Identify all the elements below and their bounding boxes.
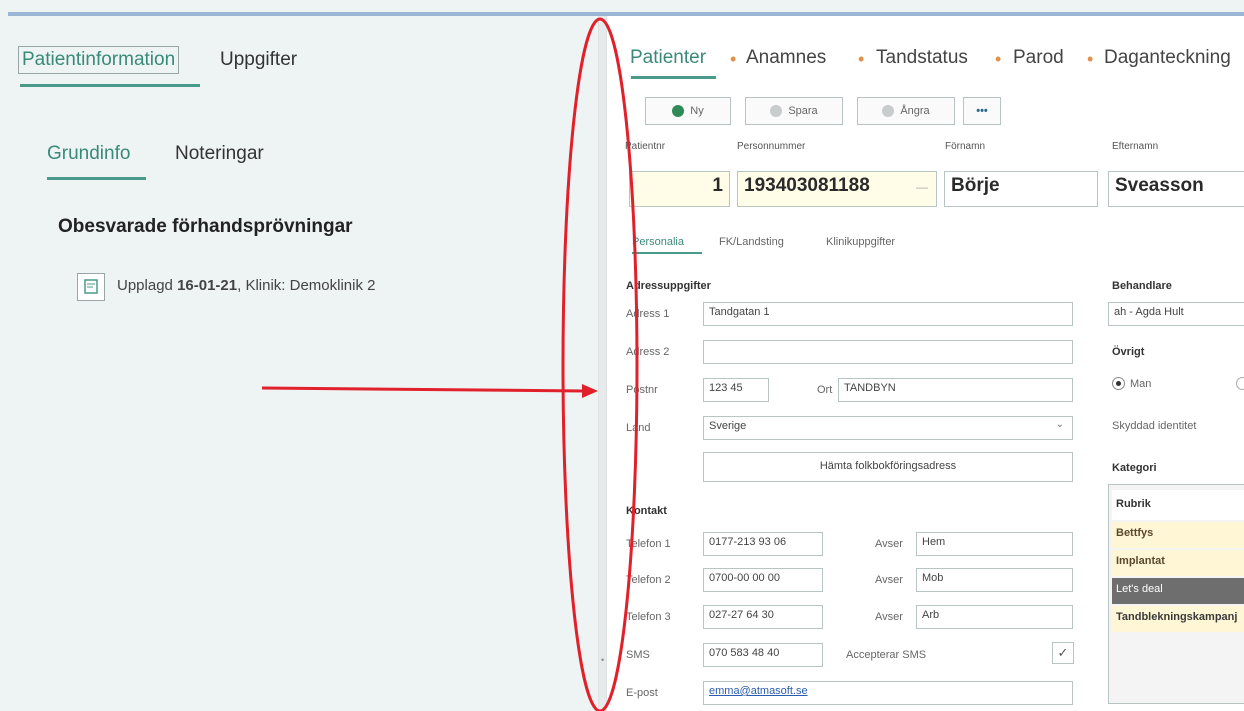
annotation-arrow-line: [261, 386, 586, 393]
annotation-ellipse: [561, 17, 639, 711]
arrow-head-icon: [582, 384, 598, 398]
annotation-overlay: [261, 17, 639, 711]
